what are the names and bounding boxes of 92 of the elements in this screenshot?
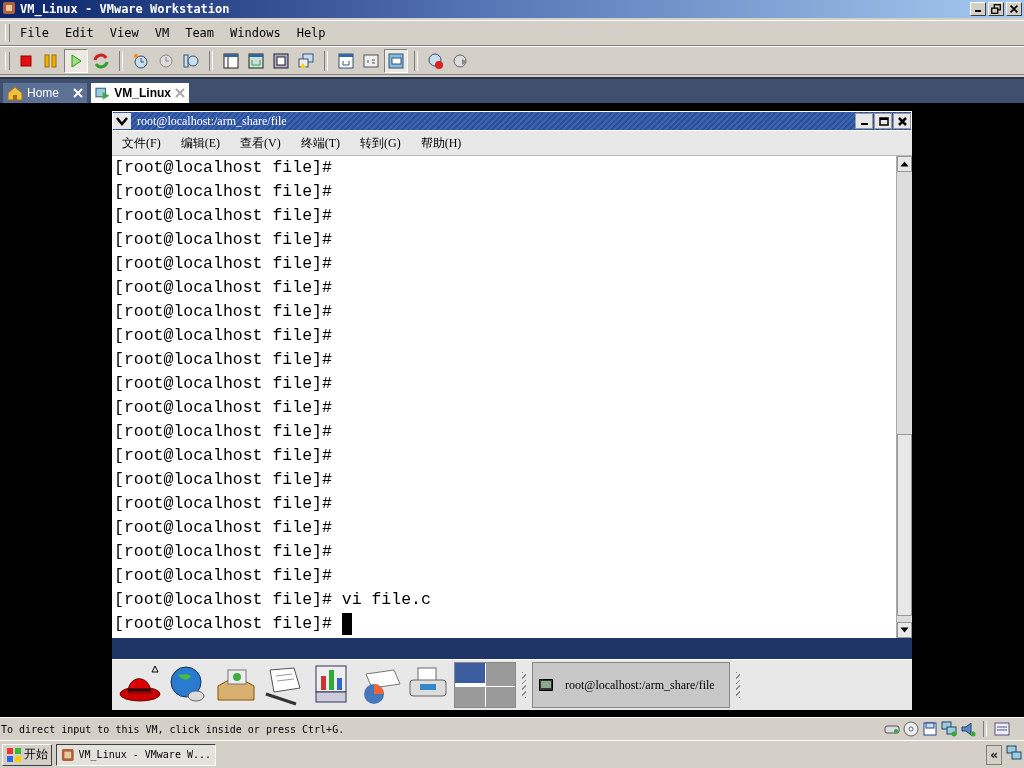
play-button[interactable] bbox=[64, 48, 88, 73]
terminal-title: root@localhost:/arm_share/file bbox=[137, 113, 288, 129]
window-icon bbox=[387, 51, 405, 70]
menu-item[interactable]: 编辑(E) bbox=[180, 134, 220, 152]
window-icon bbox=[362, 51, 380, 70]
record-icon bbox=[427, 51, 445, 70]
maximize-icon bbox=[876, 114, 890, 128]
tab[interactable]: VM_Linux bbox=[91, 83, 189, 103]
status-text: To direct input to this VM, click inside or press Ctrl+G. bbox=[0, 723, 346, 735]
window-icon bbox=[247, 51, 265, 70]
up-arrow-icon bbox=[900, 161, 909, 167]
tab-label: Home bbox=[27, 86, 60, 100]
terminal-line: [root@localhost file]# bbox=[114, 158, 332, 178]
grip-handle bbox=[5, 51, 10, 70]
home-icon bbox=[7, 85, 23, 101]
vm-screen[interactable] bbox=[0, 103, 1024, 717]
menu-item[interactable]: Windows bbox=[230, 26, 281, 40]
floppy-icon[interactable] bbox=[922, 721, 938, 737]
terminal-line: [root@localhost file]# bbox=[114, 446, 332, 466]
menu-item[interactable]: View bbox=[109, 26, 139, 40]
menu-item[interactable]: Help bbox=[296, 26, 326, 40]
terminal-line: [root@localhost file]# bbox=[114, 518, 332, 538]
terminal-line: [root@localhost file]# bbox=[114, 566, 332, 586]
menu-item[interactable]: 终端(T) bbox=[300, 134, 340, 152]
minimize-icon bbox=[975, 10, 981, 12]
speaker-icon[interactable] bbox=[960, 721, 976, 737]
terminal-line: [root@localhost file]# bbox=[114, 182, 332, 202]
restore-icon bbox=[990, 3, 1002, 15]
window-icon bbox=[222, 51, 240, 70]
terminal-line: [root@localhost file]# bbox=[114, 254, 332, 274]
network-icon[interactable] bbox=[941, 721, 957, 737]
scroll-thumb[interactable] bbox=[897, 434, 912, 616]
menu-item[interactable]: Team bbox=[185, 26, 215, 40]
close-icon bbox=[175, 88, 185, 98]
close-icon bbox=[73, 88, 83, 98]
terminal-line: [root@localhost file]# bbox=[114, 326, 332, 346]
menu-item[interactable]: File bbox=[20, 26, 49, 40]
menu-item[interactable]: Edit bbox=[64, 26, 94, 40]
scrollbar[interactable] bbox=[896, 156, 912, 638]
terminal-line: [root@localhost file]# bbox=[114, 494, 332, 514]
down-arrow-icon bbox=[900, 627, 909, 633]
start-button[interactable]: 开始 bbox=[2, 743, 52, 766]
vm-icon bbox=[95, 85, 111, 101]
terminal-line: [root@localhost file]# bbox=[114, 374, 332, 394]
vmware-icon bbox=[2, 0, 16, 15]
grip-handle bbox=[5, 24, 10, 42]
terminal-line: [root@localhost file]# bbox=[114, 542, 332, 562]
window-title: VM_Linux - VMware Workstation bbox=[20, 2, 231, 16]
pause-icon bbox=[42, 51, 60, 70]
terminal-icon bbox=[539, 679, 553, 691]
workspace-pager[interactable] bbox=[454, 662, 516, 708]
tab-label: VM_Linux bbox=[114, 86, 171, 100]
message-icon[interactable] bbox=[994, 721, 1010, 737]
vmware-icon bbox=[61, 746, 75, 763]
terminal-line: [root@localhost file]# bbox=[114, 470, 332, 490]
menu-item[interactable]: VM bbox=[154, 26, 170, 40]
windows-icon bbox=[297, 51, 315, 70]
menu-item[interactable]: 转到(G) bbox=[360, 134, 401, 152]
terminal-line: [root@localhost file]# vi file.c bbox=[114, 590, 431, 610]
terminal-line: [root@localhost file]# bbox=[114, 422, 332, 442]
terminal-line: [root@localhost file]# bbox=[114, 302, 332, 322]
disc-icon[interactable] bbox=[903, 721, 919, 737]
terminal-line: [root@localhost file]# bbox=[114, 614, 332, 634]
tab[interactable]: Home bbox=[3, 83, 87, 103]
terminal-line: [root@localhost file]# bbox=[114, 278, 332, 298]
reset-icon bbox=[92, 51, 110, 70]
window-icon bbox=[272, 51, 290, 70]
task-button[interactable]: root@localhost:/arm_share/file bbox=[532, 662, 730, 708]
window-button[interactable] bbox=[384, 48, 408, 73]
windows-logo-icon bbox=[6, 746, 22, 763]
restore-button[interactable] bbox=[988, 2, 1004, 16]
terminal-line: [root@localhost file]# bbox=[114, 398, 332, 418]
chevron-icon bbox=[115, 115, 129, 127]
grip-handle bbox=[736, 672, 740, 698]
close-icon bbox=[895, 114, 909, 128]
replay-icon bbox=[452, 51, 470, 70]
window-menu-button[interactable] bbox=[113, 113, 131, 129]
minimize-button[interactable] bbox=[855, 113, 873, 129]
terminal-line: [root@localhost file]# bbox=[114, 350, 332, 370]
network-icon[interactable] bbox=[1006, 744, 1022, 761]
terminal-line: [root@localhost file]# bbox=[114, 206, 332, 226]
minimize-icon bbox=[860, 123, 868, 125]
maximize-button[interactable] bbox=[874, 113, 892, 129]
terminal-line: [root@localhost file]# bbox=[114, 230, 332, 250]
menu-item[interactable]: 文件(F) bbox=[122, 134, 161, 152]
close-icon bbox=[1008, 3, 1020, 15]
close-button[interactable] bbox=[893, 113, 911, 129]
taskbar-button[interactable]: VM_Linux - VMware W... bbox=[56, 743, 216, 766]
grip-handle bbox=[522, 672, 526, 698]
menu-item[interactable]: 查看(V) bbox=[240, 134, 281, 152]
tray-toggle-button[interactable]: « bbox=[986, 744, 1002, 765]
menu-item[interactable]: 帮助(H) bbox=[420, 134, 462, 152]
